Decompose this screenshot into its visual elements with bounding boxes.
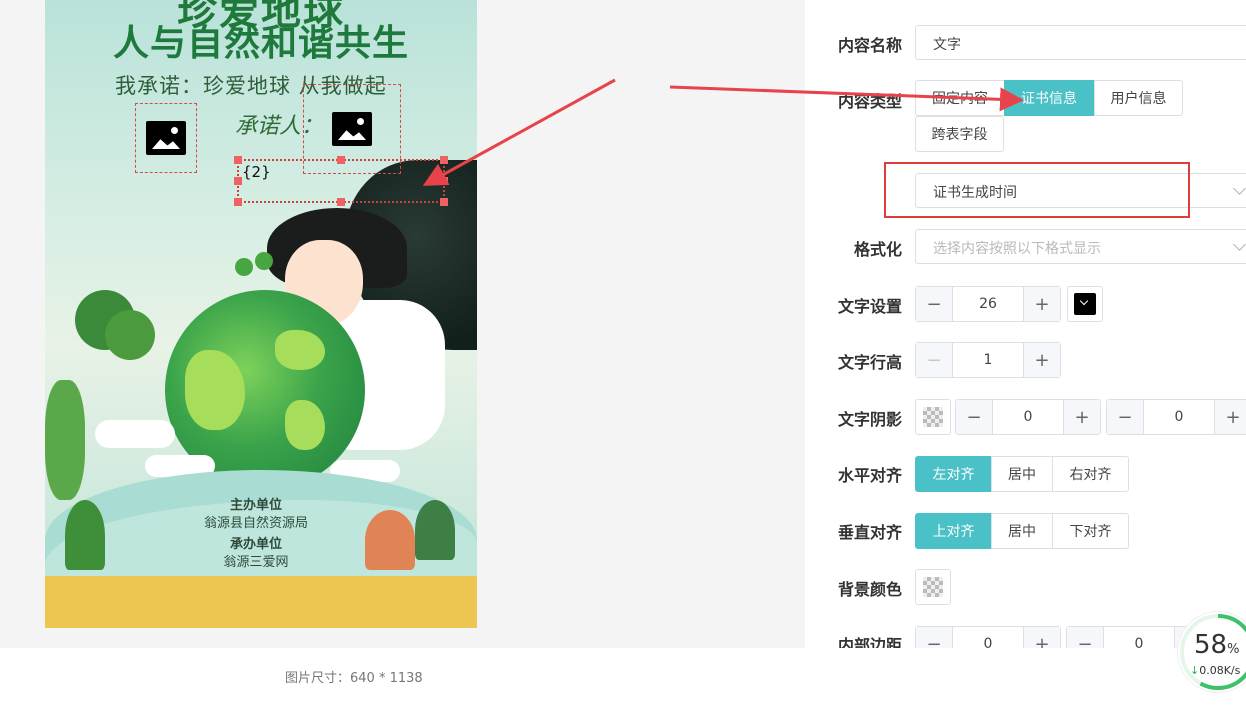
speed-percent-sign: %	[1227, 642, 1240, 657]
h-align-right-option[interactable]: 右对齐	[1052, 456, 1129, 492]
image-size-text: 图片尺寸：640 * 1138	[285, 671, 423, 686]
padding-label: 内部边距	[838, 636, 903, 648]
decrease-button[interactable]: −	[1067, 627, 1104, 648]
text-color-picker[interactable]	[1067, 286, 1103, 322]
padding-a-value[interactable]: 0	[952, 627, 1024, 648]
font-size-value[interactable]: 26	[952, 287, 1024, 321]
increase-button[interactable]: +	[1023, 287, 1060, 321]
resize-handle[interactable]	[440, 156, 448, 164]
earth-land	[285, 400, 325, 450]
increase-button[interactable]: +	[1023, 627, 1060, 648]
resize-handle[interactable]	[234, 198, 242, 206]
h-align-center-option[interactable]: 居中	[991, 456, 1053, 492]
content-type-option-user[interactable]: 用户信息	[1094, 80, 1183, 116]
v-align-middle-option[interactable]: 居中	[991, 513, 1053, 549]
earth-land	[185, 350, 245, 430]
shadow-x-stepper[interactable]: − 0 +	[955, 399, 1101, 435]
h-align-left-option[interactable]: 左对齐	[915, 456, 992, 492]
host-org-name: 翁源县自然资源局	[203, 516, 308, 531]
certificate-poster: 珍爱地球 人与自然和谐共生 我承诺：珍爱地球 从我做起 承诺人： 主办单位 翁源…	[45, 0, 477, 628]
text-element-box[interactable]: {2}	[234, 156, 448, 206]
h-align-label: 水平对齐	[838, 466, 903, 485]
tiny-tree-illustration	[235, 258, 253, 276]
speed-percent-value: 58	[1194, 630, 1228, 660]
line-height-stepper[interactable]: − 1 +	[915, 342, 1061, 378]
format-label: 格式化	[854, 240, 903, 259]
content-name-label: 内容名称	[838, 36, 903, 55]
increase-button[interactable]: +	[1214, 400, 1246, 434]
content-type-option-cross-table[interactable]: 跨表字段	[915, 116, 1004, 152]
color-swatch-icon	[1074, 293, 1096, 315]
image-placeholder-1[interactable]	[135, 103, 197, 173]
content-type-label: 内容类型	[838, 92, 903, 111]
cloud-illustration	[95, 420, 175, 448]
resize-handle[interactable]	[234, 177, 242, 185]
text-setting-label: 文字设置	[838, 297, 903, 316]
tree-illustration	[105, 310, 155, 360]
image-icon	[332, 112, 372, 146]
poster-title-line2: 人与自然和谐共生	[112, 23, 409, 64]
shadow-y-value[interactable]: 0	[1143, 400, 1215, 434]
padding-stepper-a[interactable]: − 0 +	[915, 626, 1061, 648]
resize-handle[interactable]	[234, 156, 242, 164]
tiny-tree-illustration	[255, 252, 273, 270]
content-type-option-fixed[interactable]: 固定内容	[915, 80, 1005, 116]
speed-percent: 58%	[1194, 630, 1239, 660]
speed-rate-value: 0.08K/s	[1199, 664, 1241, 677]
content-name-value: 文字	[933, 37, 961, 53]
text-shadow-label: 文字阴影	[838, 410, 903, 429]
v-align-top-option[interactable]: 上对齐	[915, 513, 992, 549]
plant-illustration	[45, 380, 85, 500]
content-name-input[interactable]: 文字	[915, 25, 1246, 60]
resize-handle[interactable]	[440, 198, 448, 206]
editor-canvas: 珍爱地球 人与自然和谐共生 我承诺：珍爱地球 从我做起 承诺人： 主办单位 翁源…	[0, 0, 805, 648]
decrease-button[interactable]: −	[916, 627, 953, 648]
properties-panel: 内容名称 文字 内容类型 固定内容 证书信息 用户信息 跨表字段 证书生成时间 …	[805, 0, 1246, 648]
resize-handle[interactable]	[337, 156, 345, 164]
bg-color-label: 背景颜色	[838, 580, 903, 599]
shadow-color-picker[interactable]	[915, 399, 951, 435]
speed-rate: ↓0.08K/s	[1190, 664, 1240, 677]
decrease-button[interactable]: −	[916, 343, 953, 377]
co-org-label: 承办单位	[229, 537, 282, 552]
text-element-placeholder: {2}	[242, 163, 271, 181]
bg-color-picker[interactable]	[915, 569, 951, 605]
format-placeholder: 选择内容按照以下格式显示	[933, 241, 1101, 257]
v-align-label: 垂直对齐	[838, 523, 903, 542]
network-speed-widget[interactable]: 58% ↓0.08K/s	[1178, 612, 1246, 692]
chevron-down-icon	[1233, 238, 1246, 251]
shadow-y-stepper[interactable]: − 0 +	[1106, 399, 1246, 435]
co-org-name: 翁源三爱网	[223, 555, 289, 570]
font-size-stepper[interactable]: − 26 +	[915, 286, 1061, 322]
decrease-button[interactable]: −	[916, 287, 953, 321]
transparent-swatch-icon	[923, 407, 943, 427]
increase-button[interactable]: +	[1063, 400, 1100, 434]
line-height-value[interactable]: 1	[952, 343, 1024, 377]
resize-handle[interactable]	[440, 177, 448, 185]
transparent-swatch-icon	[923, 577, 943, 597]
shadow-x-value[interactable]: 0	[992, 400, 1064, 434]
line-height-label: 文字行高	[838, 353, 903, 372]
download-arrow-icon: ↓	[1190, 664, 1200, 677]
format-select[interactable]: 选择内容按照以下格式显示	[915, 229, 1246, 264]
earth-land	[275, 330, 325, 370]
resize-handle[interactable]	[337, 198, 345, 206]
host-org-label: 主办单位	[229, 498, 282, 513]
annotation-highlight-box	[884, 162, 1190, 218]
decrease-button[interactable]: −	[956, 400, 993, 434]
padding-b-value[interactable]: 0	[1103, 627, 1175, 648]
decrease-button[interactable]: −	[1107, 400, 1144, 434]
increase-button[interactable]: +	[1023, 343, 1060, 377]
content-type-option-certificate[interactable]: 证书信息	[1004, 80, 1094, 116]
chevron-down-icon	[1233, 182, 1246, 195]
image-icon	[146, 121, 186, 155]
poster-footer-band	[45, 576, 477, 628]
v-align-bottom-option[interactable]: 下对齐	[1052, 513, 1129, 549]
